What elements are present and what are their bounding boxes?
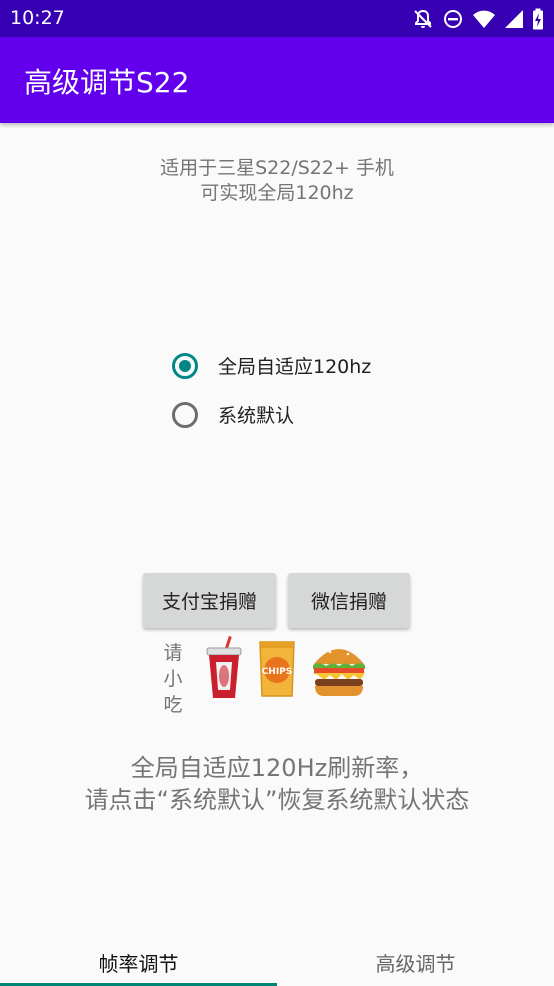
snack-label: 请 小 吃 (163, 642, 183, 716)
chips-icon[interactable]: CHIPS (258, 640, 296, 698)
subtitle-line-2: 可实现全局120hz (200, 182, 354, 204)
signal-icon (505, 10, 523, 28)
tab-frame-rate[interactable]: 帧率调节 (0, 938, 277, 986)
notice-line-1: 全局自适应120Hz刷新率， (130, 754, 424, 782)
wifi-icon (473, 10, 495, 28)
notice-line-2: 请点击“系统默认”恢复系统默认状态 (84, 786, 470, 814)
do-not-disturb-icon (444, 10, 462, 28)
battery-charging-icon (533, 8, 543, 30)
app-bar: 高级调节S22 (0, 37, 554, 123)
radio-option-system-default[interactable]: 系统默认 (172, 401, 294, 428)
radio-label: 系统默认 (218, 405, 295, 427)
notice-text: 全局自适应120Hz刷新率， 请点击“系统默认”恢复系统默认状态 (0, 752, 554, 816)
radio-option-global-120hz[interactable]: 全局自适应120hz (172, 352, 371, 379)
status-time: 10:27 (10, 7, 65, 29)
svg-text:CHIPS: CHIPS (262, 667, 293, 677)
wechat-donate-button[interactable]: 微信捐赠 (288, 573, 410, 628)
alipay-donate-button[interactable]: 支付宝捐赠 (143, 573, 276, 628)
subtitle-line-1: 适用于三星S22/S22+ 手机 (160, 157, 394, 179)
radio-label: 全局自适应120hz (218, 356, 372, 378)
soda-cup-icon[interactable] (204, 636, 244, 700)
radio-button-unchecked[interactable] (172, 401, 198, 428)
burger-icon[interactable] (310, 638, 368, 700)
app-title: 高级调节S22 (24, 66, 190, 99)
status-bar: 10:27 (0, 0, 554, 37)
device-description: 适用于三星S22/S22+ 手机 可实现全局120hz (0, 156, 554, 206)
notifications-off-icon (414, 9, 432, 28)
radio-button-checked[interactable] (172, 352, 198, 379)
status-icons (412, 8, 544, 30)
tab-advanced[interactable]: 高级调节 (277, 938, 554, 986)
bottom-tab-bar: 帧率调节 高级调节 (0, 938, 554, 986)
